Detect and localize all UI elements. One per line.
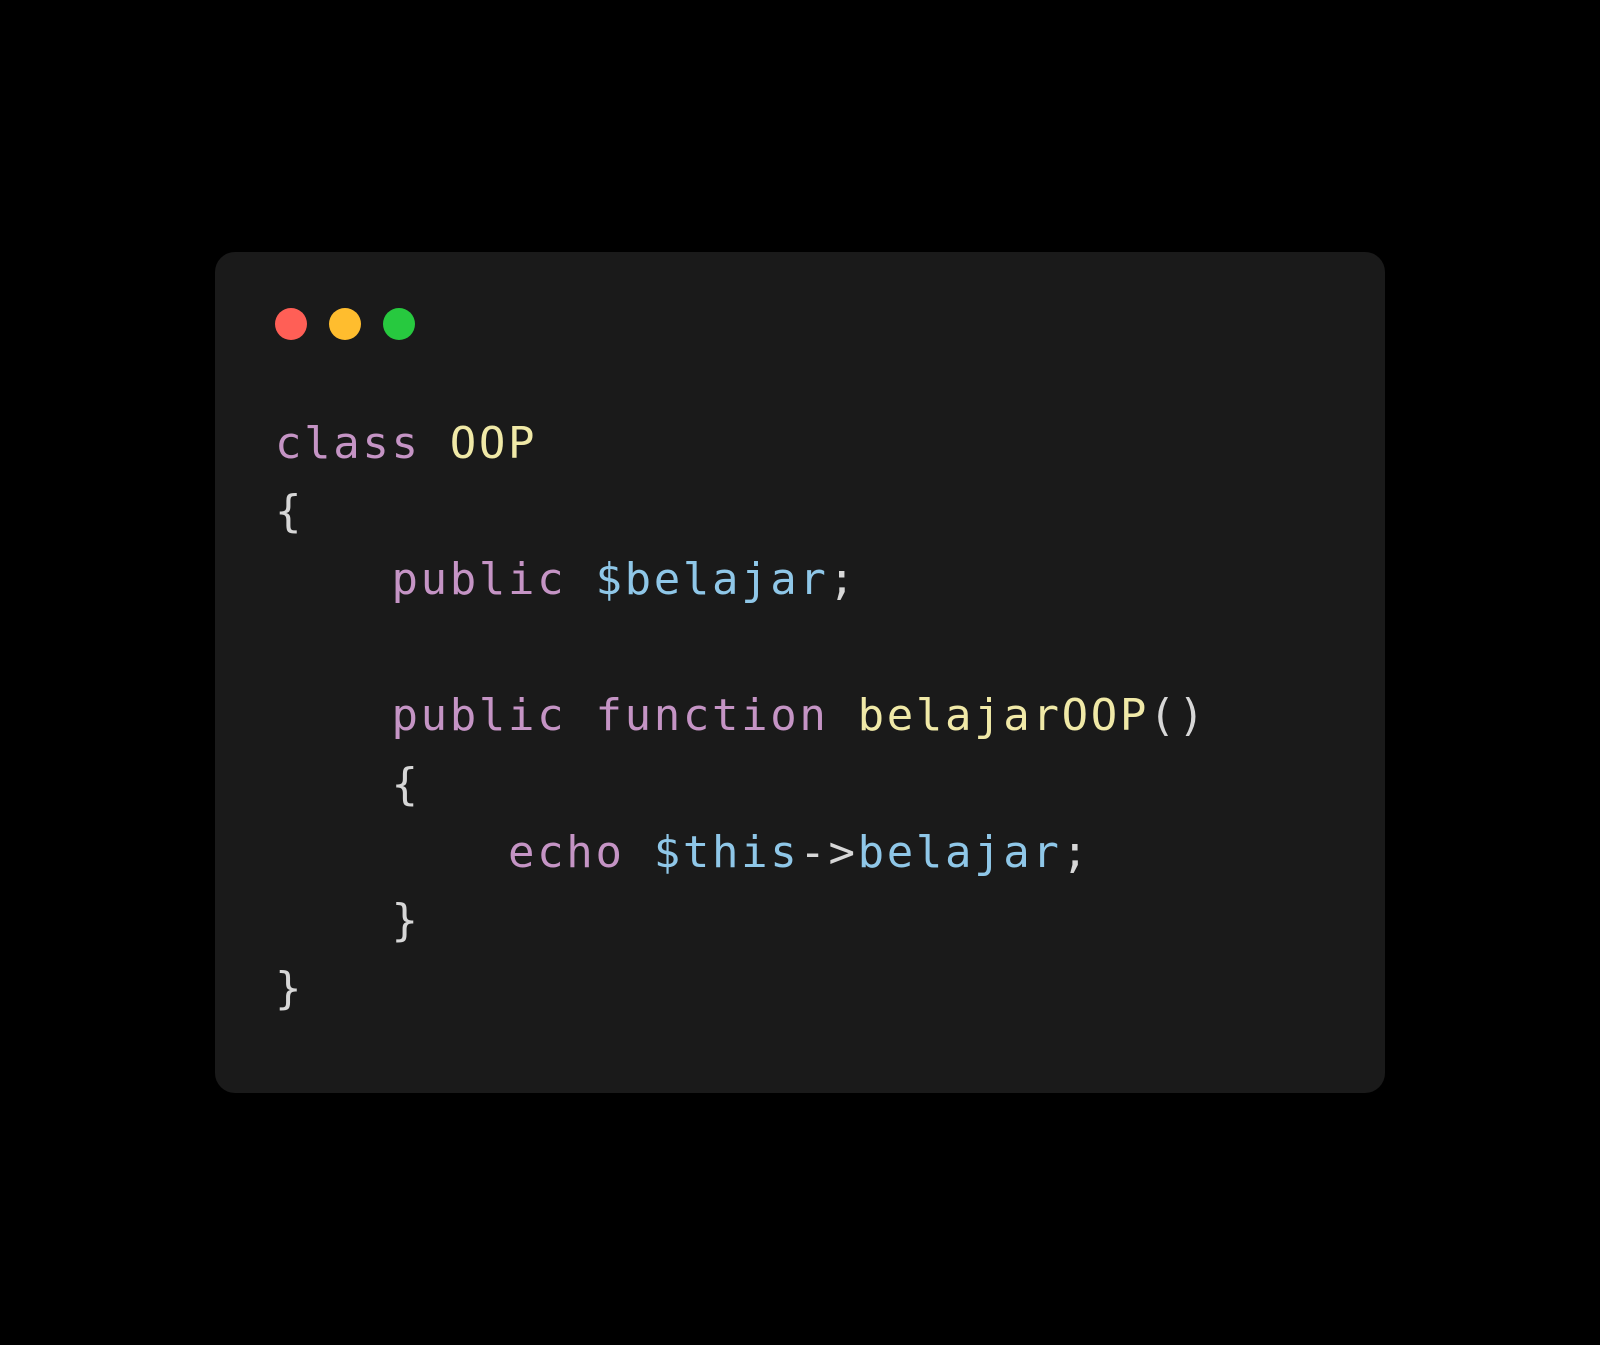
class-name: OOP [450, 418, 537, 469]
keyword-echo: echo [508, 827, 625, 878]
this-var: $this [654, 827, 800, 878]
parens: () [1149, 690, 1207, 741]
function-name: belajarOOP [858, 690, 1149, 741]
code-window: class OOP { public $belajar; public func… [215, 252, 1385, 1094]
minimize-icon[interactable] [329, 308, 361, 340]
window-titlebar [275, 308, 1325, 340]
semicolon: ; [1062, 827, 1091, 878]
code-block: class OOP { public $belajar; public func… [275, 410, 1325, 1024]
close-icon[interactable] [275, 308, 307, 340]
keyword-class: class [275, 418, 421, 469]
semicolon: ; [829, 554, 858, 605]
keyword-public: public [392, 554, 567, 605]
arrow-operator: -> [799, 827, 857, 878]
property-var: $belajar [595, 554, 828, 605]
brace-close: } [392, 895, 421, 946]
brace-open: { [275, 486, 304, 537]
maximize-icon[interactable] [383, 308, 415, 340]
brace-open: { [392, 759, 421, 810]
member-access: belajar [858, 827, 1062, 878]
brace-close: } [275, 963, 304, 1014]
keyword-public: public [392, 690, 567, 741]
keyword-function: function [595, 690, 828, 741]
